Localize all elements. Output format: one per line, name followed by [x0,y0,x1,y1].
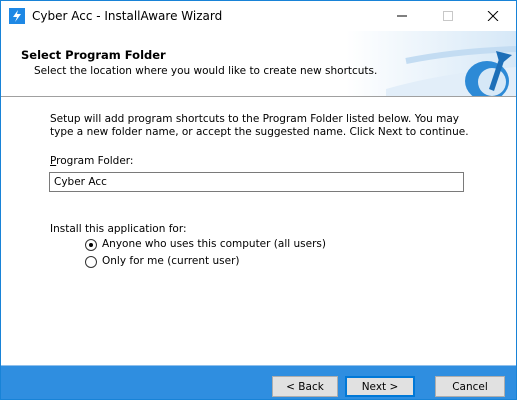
radio-all-users-label[interactable]: Anyone who uses this computer (all users… [102,238,326,250]
window-title: Cyber Acc - InstallAware Wizard [32,9,223,23]
page-title: Select Program Folder [21,48,166,62]
installaware-logo-icon [9,8,25,24]
page-subtitle: Select the location where you would like… [34,65,378,77]
program-folder-input[interactable] [49,172,464,192]
radio-current-user-label[interactable]: Only for me (current user) [102,255,240,267]
maximize-button[interactable] [425,1,471,31]
maximize-icon [443,11,453,21]
program-folder-label-text: rogram Folder: [56,155,134,167]
header-banner-graphic [346,31,516,96]
minimize-button[interactable] [379,1,425,31]
back-button[interactable]: < Back [272,376,338,397]
cancel-button[interactable]: Cancel [435,376,505,397]
next-button[interactable]: Next > [345,376,415,397]
header-divider-highlight [1,97,516,98]
title-bar: Cyber Acc - InstallAware Wizard [1,1,516,31]
radio-dot [89,243,93,247]
radio-button-unselected[interactable] [85,256,97,268]
installer-window: Cyber Acc - InstallAware Wizard Select P… [0,0,517,400]
minimize-icon [397,15,407,17]
radio-button-selected[interactable] [85,239,97,251]
close-icon [487,11,499,21]
install-for-label: Install this application for: [50,223,187,235]
wizard-header: Select Program Folder Select the locatio… [1,31,516,96]
intro-text: Setup will add program shortcuts to the … [50,113,469,138]
close-button[interactable] [470,1,516,31]
program-folder-label: Program Folder: [50,155,133,167]
